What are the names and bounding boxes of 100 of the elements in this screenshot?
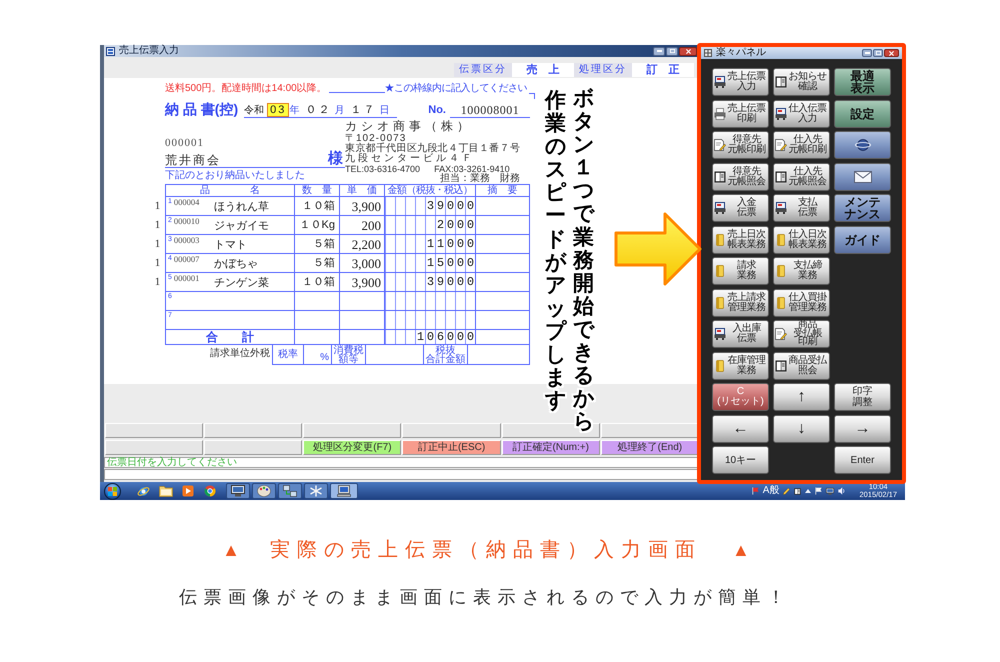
panel-button[interactable]: 仕入買掛管理業務	[773, 288, 830, 316]
panel-button[interactable]: 支払伝票	[773, 194, 830, 222]
panel-button[interactable]: ↓	[773, 414, 830, 442]
triangle-icon[interactable]	[805, 489, 812, 493]
fax-number: FAX:03-3261-9410	[434, 164, 510, 174]
quantity: １０箱	[302, 200, 335, 212]
number-label: No.	[428, 105, 446, 118]
palette-icon	[257, 485, 271, 497]
folder-icon[interactable]	[159, 485, 173, 497]
function-key[interactable]: 訂正確定(Num:+)	[502, 440, 600, 455]
panel-button[interactable]: →	[834, 414, 891, 442]
function-key[interactable]: 訂正中止(ESC)	[402, 440, 501, 455]
taskbar-button[interactable]	[278, 483, 302, 499]
cash-register-icon	[714, 328, 726, 340]
cash-register-icon	[714, 76, 726, 88]
address: 九段センタービル４Ｆ	[345, 154, 475, 164]
maximize-button[interactable]	[873, 49, 883, 57]
panel-button[interactable]: 仕入先元帳印刷	[773, 131, 830, 159]
minimize-button[interactable]	[862, 49, 872, 57]
row-mark: 1	[154, 277, 160, 288]
panel-button[interactable]: C(リセット)	[712, 383, 769, 411]
binder-icon	[714, 360, 726, 372]
taskbar-button[interactable]	[226, 483, 250, 499]
segmented-circle-icon[interactable]	[204, 485, 216, 497]
panel-button[interactable]	[834, 162, 891, 190]
function-key[interactable]: 処理区分変更(F7)	[303, 440, 402, 455]
panel-button[interactable]: 在庫管理業務	[712, 352, 769, 380]
panel-button[interactable]: ←	[712, 414, 769, 442]
taskbar-button[interactable]	[252, 483, 276, 499]
flag-icon[interactable]	[752, 487, 759, 495]
play-icon[interactable]	[182, 485, 194, 497]
cash-register-icon	[775, 108, 787, 120]
quantity: ５箱	[313, 258, 335, 268]
column-header: 数 量	[302, 186, 332, 196]
panel-button[interactable]: 売上請求管理業務	[712, 288, 769, 316]
panel-button[interactable]: Enter	[834, 446, 891, 474]
minimize-icon	[864, 52, 870, 54]
close-button[interactable]	[884, 49, 899, 57]
unit-price: 3,900	[352, 276, 381, 288]
panel-button[interactable]: 印字調整	[834, 383, 891, 411]
panel-button[interactable]: 仕入伝票入力	[773, 100, 830, 128]
subtotal-label: 税抜合計金額	[426, 346, 466, 364]
panel-button[interactable]: 入金伝票	[712, 194, 769, 222]
panel-button[interactable]: 最適表示	[834, 68, 891, 96]
panel-button[interactable]: 商品受払帳印刷	[773, 320, 830, 348]
date-field[interactable]: １７	[348, 104, 378, 116]
close-icon	[686, 48, 690, 54]
taskbar-button[interactable]	[330, 483, 358, 499]
panel-button[interactable]: 売上日次帳表業務	[712, 226, 769, 254]
staff-name: 担当：業務 財務	[440, 174, 520, 184]
amount: 39000	[426, 200, 477, 212]
item-code: 000003	[174, 236, 200, 244]
date-field[interactable]: ０２	[303, 104, 334, 116]
book-icon[interactable]	[794, 488, 802, 494]
panel-button[interactable]: メンテナンス	[834, 194, 891, 222]
company-name: カシオ商事（株）	[345, 120, 473, 132]
grid-icon	[704, 49, 712, 57]
close-icon	[889, 50, 894, 56]
binder-icon	[714, 265, 726, 277]
panel-button[interactable]: 設定	[834, 100, 891, 128]
panel-button[interactable]: 仕入日次帳表業務	[773, 226, 830, 254]
panel-button[interactable]: ガイド	[834, 226, 891, 254]
binder-icon	[714, 296, 726, 308]
panel-button[interactable]: 入出庫伝票	[712, 320, 769, 348]
product-name: かぼちゃ	[214, 259, 258, 270]
panel-button[interactable]: 仕入先元帳照会	[773, 162, 830, 190]
panel-button[interactable]: お知らせ確認	[773, 68, 830, 96]
monitor-icon	[231, 485, 245, 497]
function-key[interactable]: 処理終了(End)	[600, 440, 699, 455]
panel-button[interactable]: 得意先元帳印刷	[712, 131, 769, 159]
monitor-icon[interactable]	[826, 488, 834, 494]
date-field[interactable]: 03	[268, 104, 288, 116]
date-unit: 日	[379, 106, 390, 116]
input-mode-label[interactable]: A般	[762, 486, 780, 496]
panel-button[interactable]: 売上伝票印刷	[712, 100, 769, 128]
panel-button[interactable]: 売上伝票入力	[712, 68, 769, 96]
start-button[interactable]	[104, 482, 121, 500]
panel-button[interactable]: 得意先元帳照会	[712, 162, 769, 190]
field-label: 伝票区分	[454, 63, 512, 77]
book-icon	[714, 170, 726, 182]
speaker-icon[interactable]	[838, 487, 846, 495]
panel-button[interactable]: 商品受払照会	[773, 352, 830, 380]
flag-icon[interactable]	[815, 487, 822, 495]
product-name: チンゲン菜	[214, 278, 269, 289]
maximize-button[interactable]	[666, 46, 678, 56]
panel-button[interactable]: 10キー	[712, 446, 769, 474]
orbit-icon[interactable]	[137, 484, 150, 498]
pencil-icon[interactable]	[783, 487, 790, 495]
panel-button[interactable]: 請求業務	[712, 257, 769, 285]
close-button[interactable]	[679, 46, 697, 56]
panel-button[interactable]: 支払締業務	[773, 257, 830, 285]
table-cell	[476, 254, 530, 273]
minimize-button[interactable]	[653, 46, 665, 56]
panel-button[interactable]: ↑	[773, 383, 830, 411]
taskbar-button[interactable]	[304, 483, 328, 499]
cash-register-icon	[714, 202, 726, 214]
column-header: 摘 要	[488, 186, 518, 196]
printer-icon	[714, 108, 726, 120]
corner-bracket	[529, 93, 535, 99]
maximize-icon	[670, 49, 674, 53]
